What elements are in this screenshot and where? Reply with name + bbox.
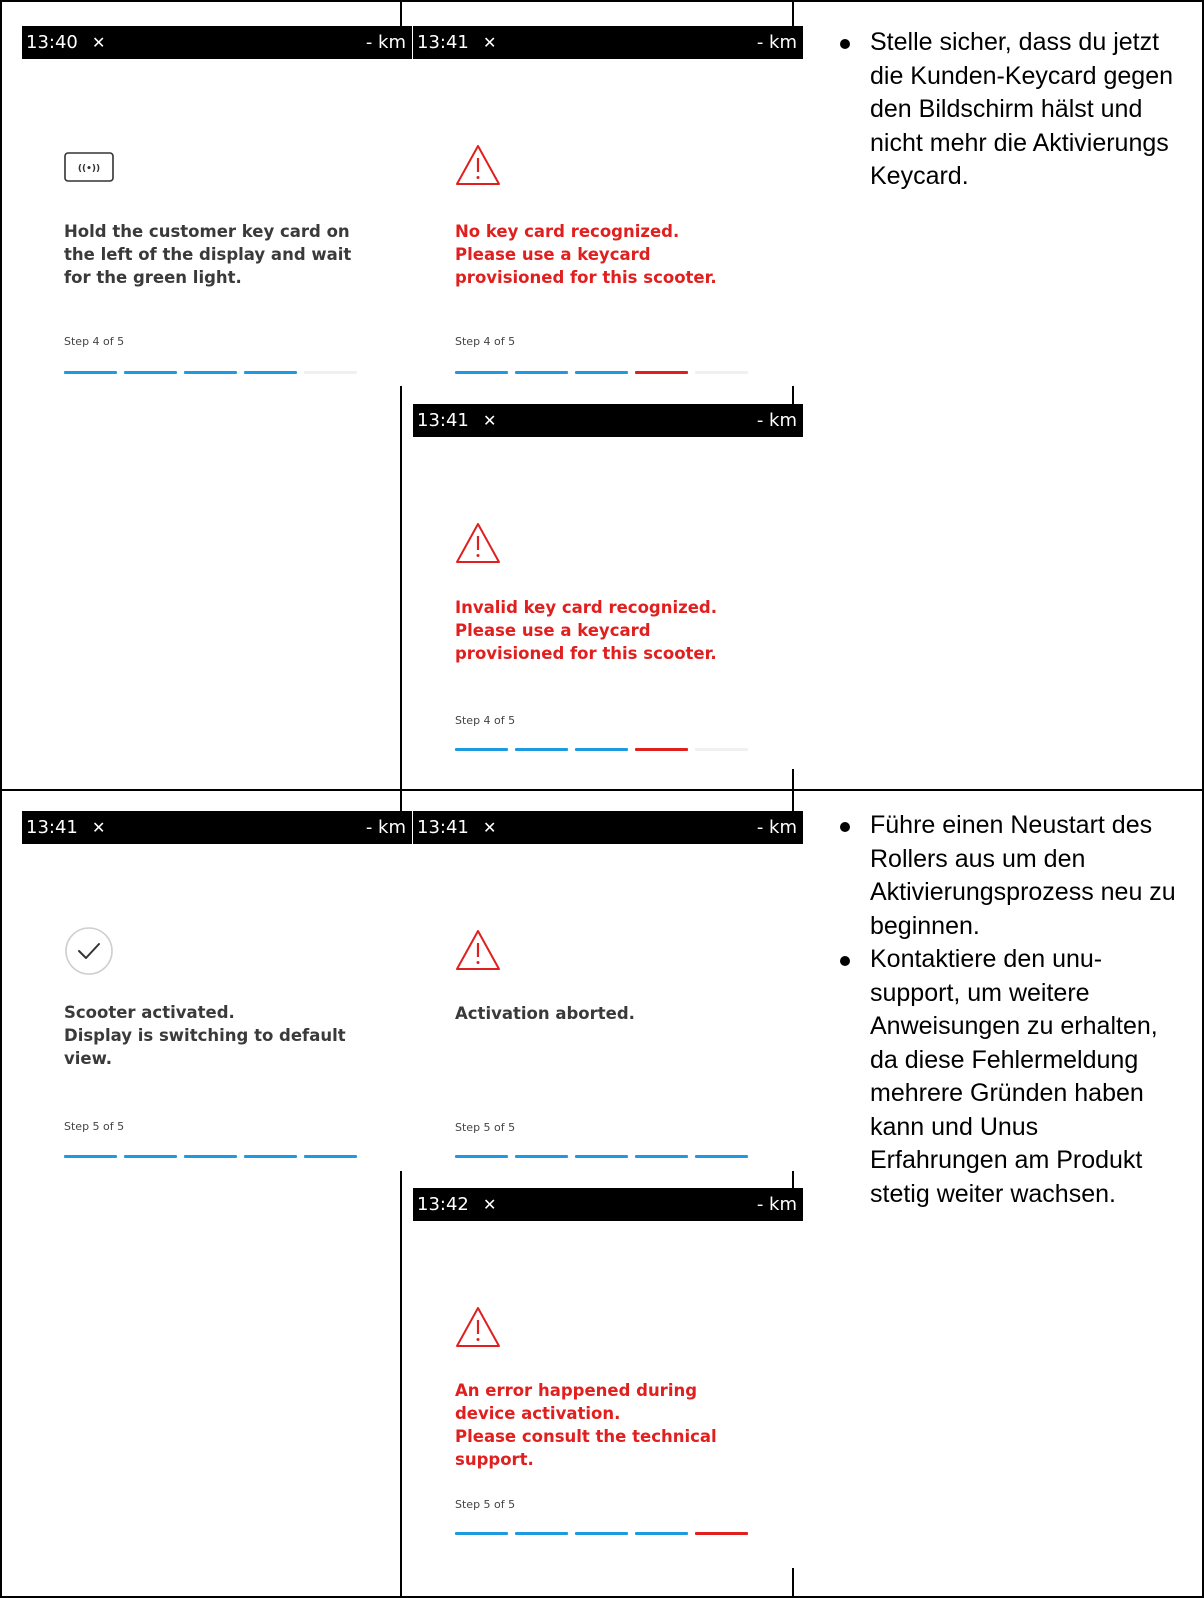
status-bar: 13:41 ✕ - km — [413, 26, 803, 59]
distance-readout: - km — [365, 32, 406, 53]
progress-bars — [455, 748, 755, 752]
display-screen-invalid-card: 13:41 ✕ - km Invalid key card recognized… — [413, 404, 803, 769]
progress-bars — [455, 1155, 755, 1159]
progress-segment — [455, 1155, 508, 1158]
progress-segment — [64, 1155, 117, 1158]
nfc-card-icon: ((•)) — [64, 152, 114, 182]
display-screen-error: 13:42 ✕ - km An error happened during de… — [413, 1188, 803, 1568]
navigation-icon: ✕ — [483, 411, 497, 430]
progress-segment — [635, 1155, 688, 1158]
warning-icon — [456, 145, 500, 185]
warning-icon — [456, 523, 500, 563]
progress-segment — [695, 371, 748, 374]
note-text: Führe einen Neustart des Rollers aus um … — [870, 811, 1176, 940]
navigation-icon: ✕ — [92, 818, 106, 837]
check-circle-icon — [65, 927, 113, 975]
svg-text:((•)): ((•)) — [78, 164, 100, 174]
progress-segment — [695, 1532, 748, 1535]
note-item: Stelle sicher, dass du jetzt die Kunden-… — [832, 26, 1182, 194]
progress-bars — [64, 1155, 364, 1159]
navigation-icon: ✕ — [92, 33, 106, 52]
progress-segment — [695, 748, 748, 751]
progress-segment — [635, 371, 688, 374]
progress-segment — [184, 1155, 237, 1158]
step-indicator: Step 5 of 5 — [455, 1121, 516, 1134]
distance-readout: - km — [756, 1194, 797, 1215]
navigation-icon: ✕ — [483, 33, 497, 52]
instruction-message: Hold the customer key card on the left o… — [64, 222, 352, 287]
status-bar: 13:42 ✕ - km — [413, 1188, 803, 1221]
progress-segment — [304, 371, 357, 374]
distance-readout: - km — [756, 817, 797, 838]
distance-readout: - km — [365, 817, 406, 838]
progress-segment — [515, 1532, 568, 1535]
display-screen-hold-card: 13:40 ✕ - km ((•)) Hold the customer key… — [22, 26, 412, 386]
bullet-icon — [840, 822, 850, 832]
clock-time: 13:41 — [417, 32, 469, 53]
note-text: Kontaktiere den unu-support, um weitere … — [870, 945, 1158, 1208]
progress-segment — [635, 1532, 688, 1535]
progress-segment — [244, 1155, 297, 1158]
table-border-top — [0, 0, 1204, 2]
progress-segment — [304, 1155, 357, 1158]
row-divider — [0, 789, 1204, 791]
clock-time: 13:41 — [417, 410, 469, 431]
status-bar: 13:41 ✕ - km — [413, 404, 803, 437]
progress-segment — [695, 1155, 748, 1158]
progress-segment — [635, 748, 688, 751]
status-bar: 13:41 ✕ - km — [22, 811, 412, 844]
error-message: An error happened during device activati… — [455, 1381, 717, 1469]
progress-segment — [124, 1155, 177, 1158]
progress-bars — [455, 1532, 755, 1536]
step-indicator: Step 4 of 5 — [455, 335, 516, 348]
step-indicator: Step 5 of 5 — [64, 1120, 125, 1133]
progress-segment — [455, 1532, 508, 1535]
progress-segment — [184, 371, 237, 374]
clock-time: 13:40 — [26, 32, 78, 53]
notes-list-bottom: Führe einen Neustart des Rollers aus um … — [832, 809, 1182, 1211]
navigation-icon: ✕ — [483, 1195, 497, 1214]
progress-segment — [455, 371, 508, 374]
progress-segment — [575, 371, 628, 374]
progress-segment — [64, 371, 117, 374]
step-indicator: Step 4 of 5 — [455, 714, 516, 727]
success-message: Scooter activated. Display is switching … — [64, 1003, 346, 1068]
step-indicator: Step 4 of 5 — [64, 335, 125, 348]
progress-segment — [575, 748, 628, 751]
clock-time: 13:42 — [417, 1194, 469, 1215]
distance-readout: - km — [756, 410, 797, 431]
error-message: Invalid key card recognized. Please use … — [455, 598, 718, 663]
navigation-icon: ✕ — [483, 818, 497, 837]
progress-segment — [124, 371, 177, 374]
clock-time: 13:41 — [26, 817, 78, 838]
distance-readout: - km — [756, 32, 797, 53]
progress-segment — [244, 371, 297, 374]
display-screen-activated: 13:41 ✕ - km Scooter activated. Display … — [22, 811, 412, 1171]
progress-segment — [515, 748, 568, 751]
clock-time: 13:41 — [417, 817, 469, 838]
note-item: Kontaktiere den unu-support, um weitere … — [832, 943, 1182, 1211]
progress-bars — [64, 371, 364, 375]
status-bar: 13:40 ✕ - km — [22, 26, 412, 59]
notes-list-top: Stelle sicher, dass du jetzt die Kunden-… — [832, 26, 1182, 194]
warning-icon — [456, 1307, 500, 1347]
note-text: Stelle sicher, dass du jetzt die Kunden-… — [870, 28, 1174, 190]
note-item: Führe einen Neustart des Rollers aus um … — [832, 809, 1182, 943]
status-bar: 13:41 ✕ - km — [413, 811, 803, 844]
progress-bars — [455, 371, 755, 375]
display-screen-aborted: 13:41 ✕ - km Activation aborted. Step 5 … — [413, 811, 803, 1171]
progress-segment — [575, 1532, 628, 1535]
step-indicator: Step 5 of 5 — [455, 1498, 516, 1511]
warning-icon — [456, 930, 500, 970]
status-message: Activation aborted. — [455, 1004, 635, 1023]
display-screen-no-card: 13:41 ✕ - km No key card recognized. Ple… — [413, 26, 803, 386]
bullet-icon — [840, 956, 850, 966]
error-message: No key card recognized. Please use a key… — [455, 222, 717, 287]
progress-segment — [455, 748, 508, 751]
bullet-icon — [840, 39, 850, 49]
progress-segment — [515, 1155, 568, 1158]
table-border-left — [0, 0, 2, 1598]
progress-segment — [515, 371, 568, 374]
progress-segment — [575, 1155, 628, 1158]
